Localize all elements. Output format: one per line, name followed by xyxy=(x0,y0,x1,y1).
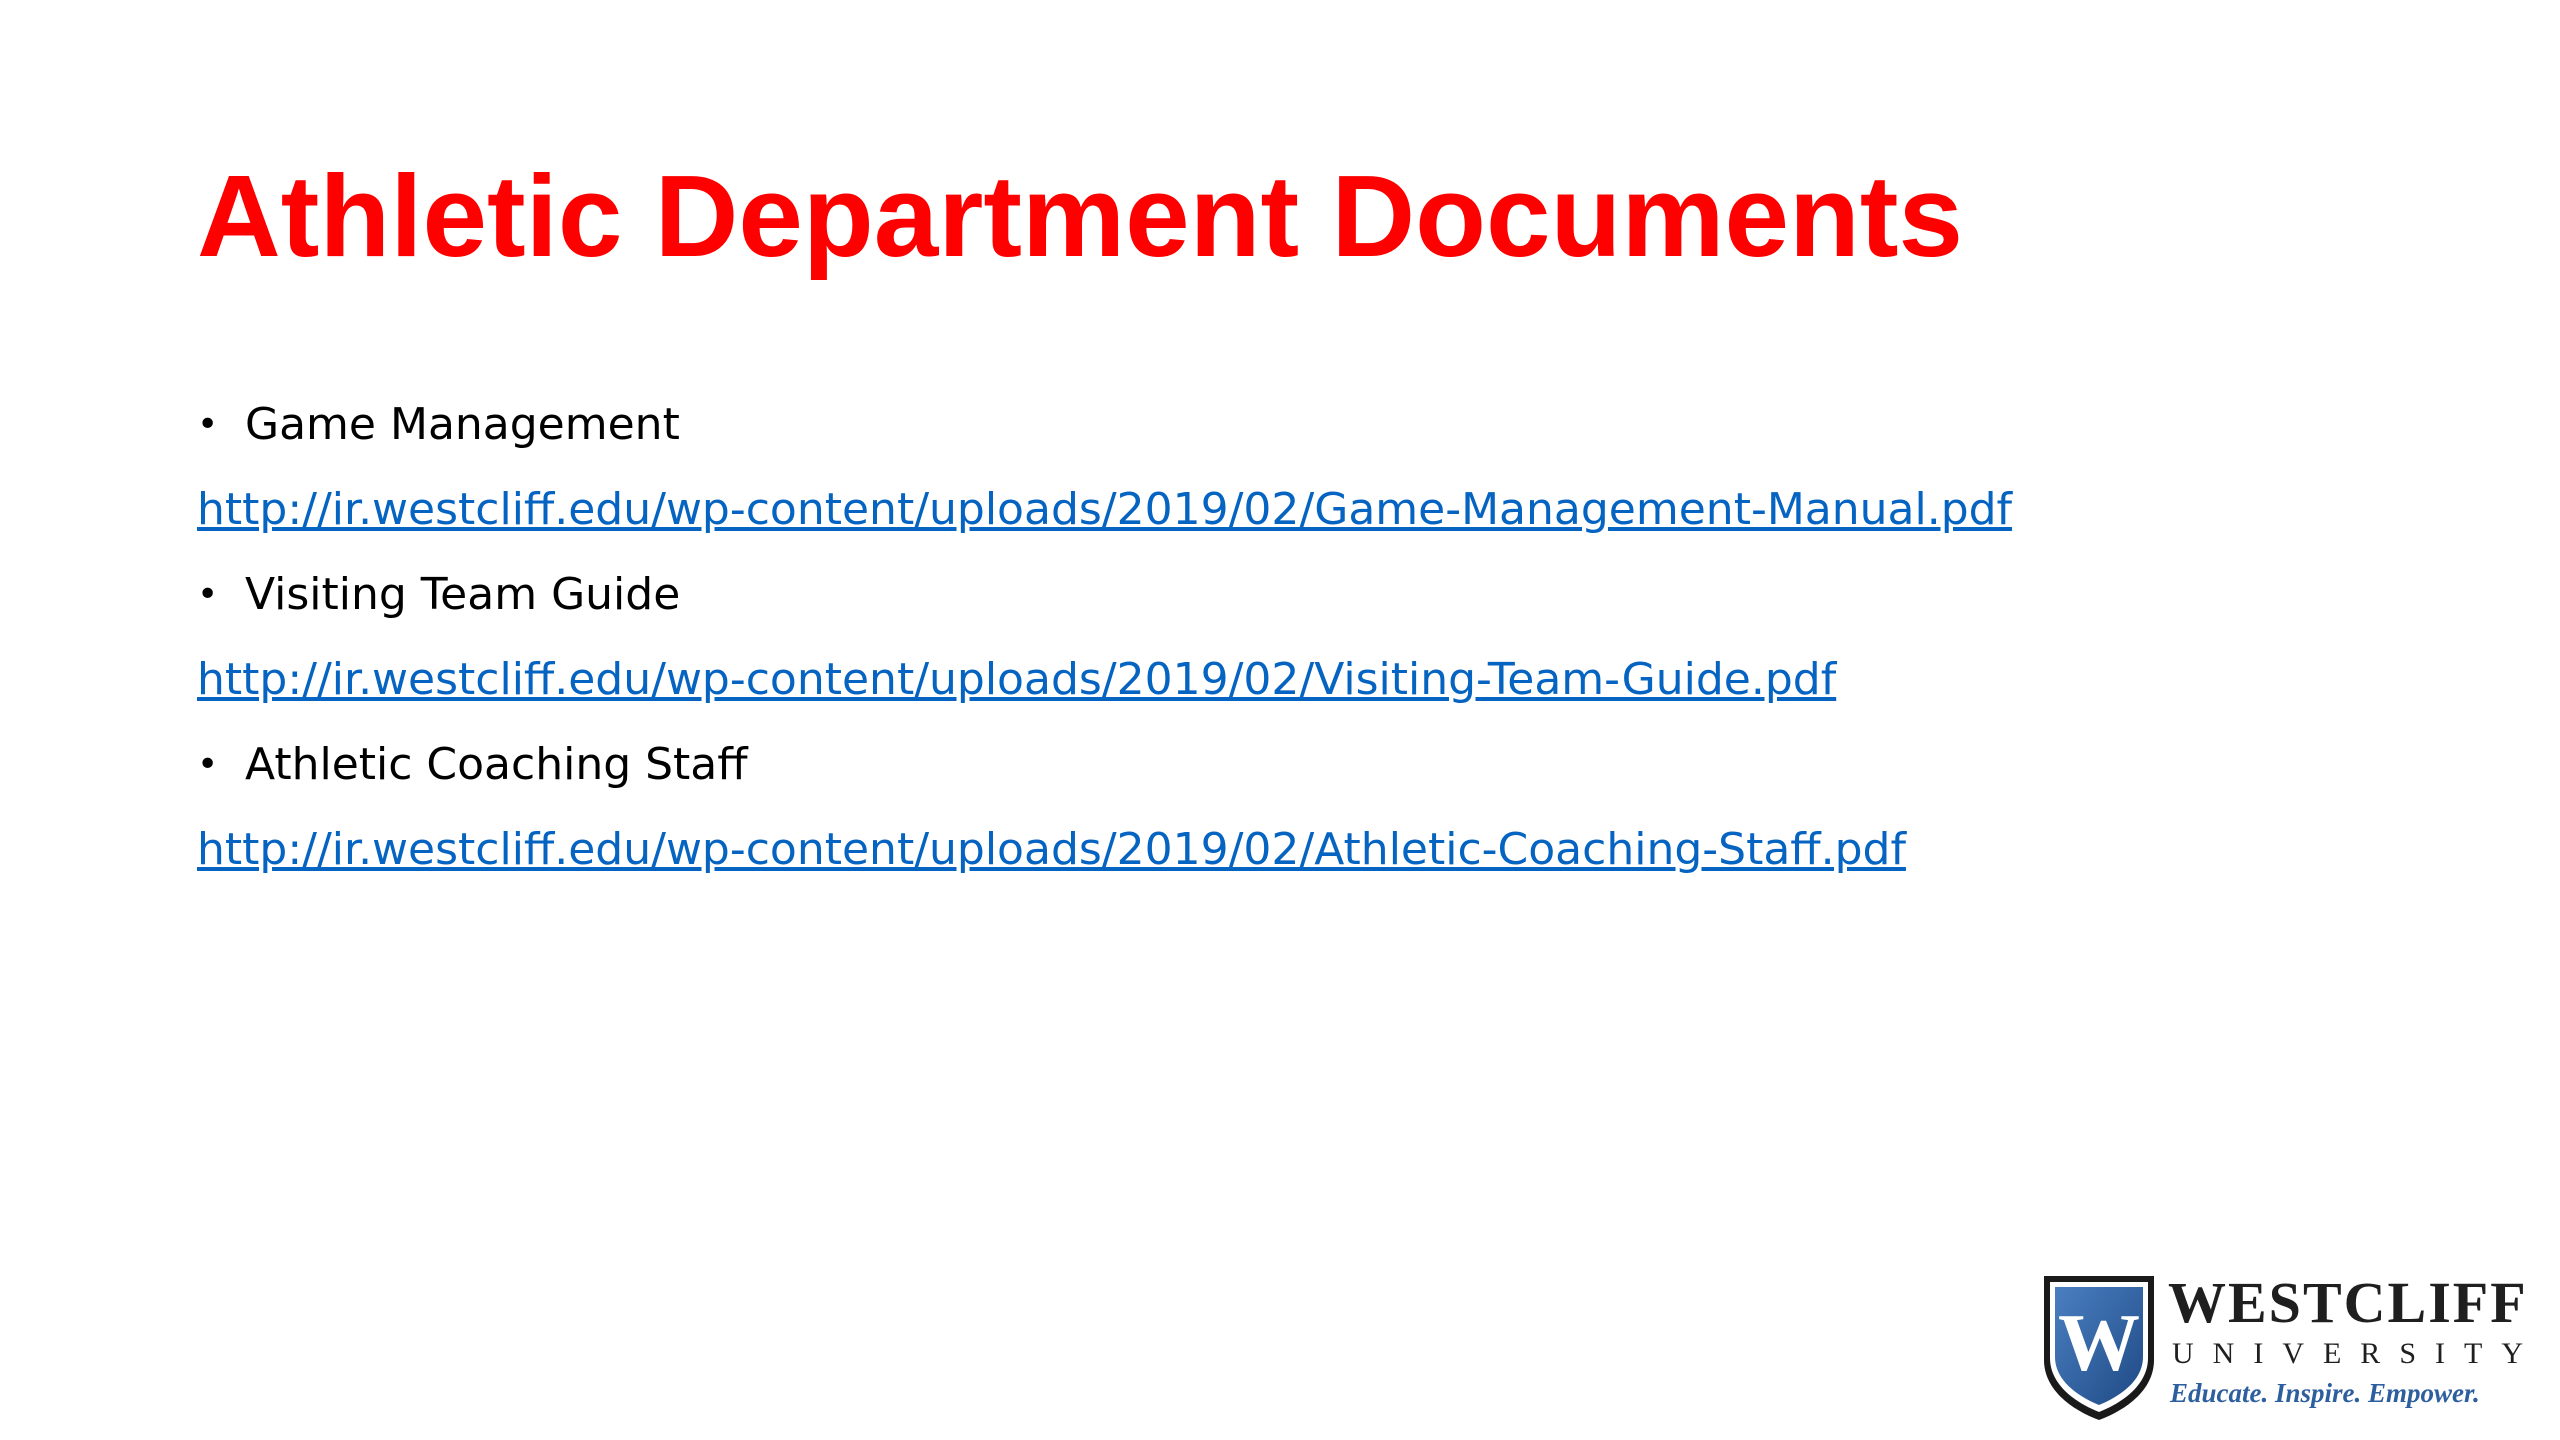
slide-title: Athletic Department Documents xyxy=(197,151,1964,281)
list-item-game-management: • Game Management xyxy=(197,382,2397,468)
list-item-athletic-coaching-staff: • Athletic Coaching Staff xyxy=(197,722,2397,808)
logo-tagline: Educate. Inspire. Empower. xyxy=(2170,1378,2480,1408)
bullet-icon: • xyxy=(197,574,219,615)
list-item-visiting-team-guide: • Visiting Team Guide xyxy=(197,552,2397,638)
westcliff-shield-icon: W xyxy=(2044,1276,2154,1420)
shield-monogram: W xyxy=(2058,1297,2140,1388)
westcliff-university-logo: W WESTCLIFF UNIVERSITY Educate. Inspire.… xyxy=(2040,1272,2526,1422)
list-item-label: Visiting Team Guide xyxy=(245,569,681,620)
bullet-icon: • xyxy=(197,404,219,445)
athletic-coaching-staff-link[interactable]: http://ir.westcliff.edu/wp-content/uploa… xyxy=(197,808,2397,892)
visiting-team-guide-link[interactable]: http://ir.westcliff.edu/wp-content/uploa… xyxy=(197,638,2397,722)
slide: Athletic Department Documents • Game Man… xyxy=(0,0,2560,1440)
game-management-link[interactable]: http://ir.westcliff.edu/wp-content/uploa… xyxy=(197,468,2397,552)
logo-name: WESTCLIFF xyxy=(2168,1270,2528,1335)
list-item-label: Athletic Coaching Staff xyxy=(245,739,748,790)
list-item-label: Game Management xyxy=(245,399,680,450)
logo-subname: UNIVERSITY xyxy=(2172,1337,2542,1370)
bullet-icon: • xyxy=(197,744,219,785)
document-list: • Game Management http://ir.westcliff.ed… xyxy=(197,382,2397,892)
